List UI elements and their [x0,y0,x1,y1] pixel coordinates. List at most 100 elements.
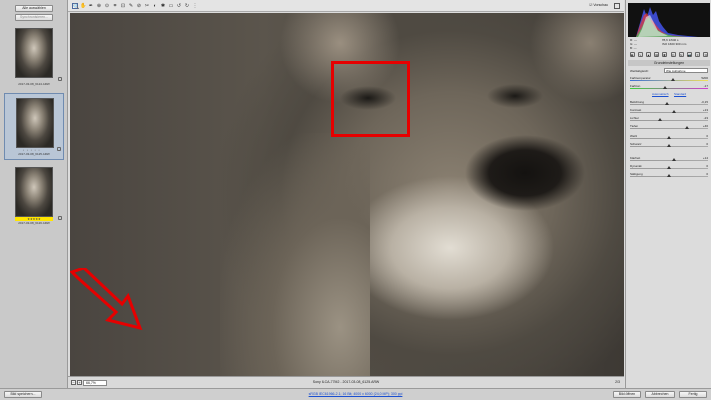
adjusted-icon [57,147,61,151]
toggle-markers-icon[interactable]: ⋮ [192,3,198,9]
focus-highlight-box [331,61,410,137]
slider-knob[interactable] [672,158,677,161]
adjustments-panel: R: --- G: --- B: --- f/5,6 1/640 s ISO 1… [625,0,711,388]
slider-row: Lichter -23 [630,116,708,122]
slider-knob[interactable] [667,174,671,177]
white-balance-tool-icon[interactable]: ✒ [88,3,94,9]
thumbnail-caption: 2017-03-08_6125.ARW [18,152,50,156]
hsl-tab-icon[interactable]: ▤ [654,52,660,57]
slider-knob[interactable] [667,136,671,139]
targeted-adjustment-tool-icon[interactable]: ⊙ [104,3,110,9]
camera-info: f/5,6 1/640 s ISO 1600 300 mm [662,38,686,46]
white-balance-label: Weißabgleich: [630,69,649,73]
filmstrip-thumbnail-1[interactable]: 2017-03-08_6124.ARW [4,24,64,91]
detail-tab-icon[interactable]: ▲ [645,52,651,57]
zoom-tool-icon[interactable]: 🔍 [72,3,79,10]
straighten-tool-icon[interactable]: ⊡ [120,3,126,9]
current-file-label: Sony ILCA-77M2 - 2017-03-08_6125.ARW [312,380,380,384]
white-balance-row: Weißabgleich: Wie Aufnahme [630,68,708,75]
slider-knob[interactable] [663,86,668,89]
done-button[interactable]: Fertig [679,391,707,398]
thumbnail-image [15,28,53,78]
open-image-button[interactable]: Bild öffnen [613,391,641,398]
lens-tab-icon[interactable]: ◎ [670,52,676,57]
slider-row: Tiefen +46 [630,124,708,130]
slider-track[interactable] [630,128,708,129]
slider-row: Kontrast +13 [630,108,708,114]
zoom-bar: − + 66,7% Sony ILCA-77M2 - 2017-03-08_61… [68,376,624,388]
slider-row: Farbtemperatur 5200 [630,76,708,82]
red-eye-tool-icon[interactable]: ✂ [144,3,150,9]
slider-knob[interactable] [657,118,662,121]
slider-knob[interactable] [684,126,689,129]
slider-knob[interactable] [667,144,671,147]
slider-track[interactable] [630,88,708,89]
histogram [628,3,710,37]
snapshots-tab-icon[interactable]: ⧉ [703,52,709,57]
synchronize-button[interactable]: Synchronisieren... [15,14,53,21]
slider-knob[interactable] [670,78,675,81]
footer-bar: Bild speichern... sRGB IEC61966-2.1; 16 … [0,388,711,400]
radial-filter-icon[interactable]: ▭ [168,3,174,9]
rotate-right-icon[interactable]: ↻ [184,3,190,9]
crop-tool-icon[interactable]: ⌗ [112,3,118,9]
camera-calibration-tab-icon[interactable]: 📷 [686,52,692,57]
filmstrip-thumbnail-2[interactable]: • • • • • 2017-03-08_6125.ARW [4,93,64,160]
slider-knob[interactable] [667,166,671,169]
preview-checkbox[interactable]: ☑ Vorschau [589,3,608,7]
color-sampler-tool-icon[interactable]: ⊕ [96,3,102,9]
slider-row: Sättigung 0 [630,172,708,178]
slider-track[interactable] [630,120,708,121]
image-preview[interactable] [70,13,624,376]
camera-raw-window: Alle auswählen Synchronisieren... 2017-0… [0,0,711,400]
white-balance-select[interactable]: Wie Aufnahme [664,68,708,73]
red-arrow-annotation [70,268,143,331]
tone-curve-tab-icon[interactable]: ∿ [637,52,643,57]
blue-value: B: --- [630,46,637,50]
slider-row: Klarheit +14 [630,156,708,162]
slider-row: Dynamik 0 [630,164,708,170]
adjusted-icon [58,77,62,81]
slider-row: Schwarz 0 [630,142,708,148]
rgb-readout: R: --- G: --- B: --- [630,38,637,50]
workflow-options-link[interactable]: sRGB IEC61966-2.1; 16 Bit; 4000 x 6000 (… [0,392,711,396]
slider-knob[interactable] [665,102,670,105]
slider-track[interactable] [630,112,708,113]
hand-tool-icon[interactable]: ✋ [80,3,86,9]
basic-tab-icon[interactable]: ◉ [629,52,635,57]
filmstrip-panel: Alle auswählen Synchronisieren... 2017-0… [0,0,68,388]
preview-label: Vorschau [593,3,608,7]
slider-knob[interactable] [671,110,676,113]
iso-focal: ISO 1600 300 mm [662,42,687,46]
presets-tab-icon[interactable]: ≡ [695,52,701,57]
panel-tabs: ◉ ∿ ▲ ▤ ◧ ◎ fx 📷 ≡ ⧉ [628,52,710,58]
auto-link[interactable]: Automatisch [652,92,669,96]
transform-tool-icon[interactable]: ✎ [128,3,134,9]
thumbnail-caption: 2017-03-08_6126.ARW [18,221,50,225]
adjusted-icon [58,216,62,220]
rotate-left-icon[interactable]: ↺ [176,3,182,9]
adjustment-brush-icon[interactable]: ◐ [152,3,158,9]
slider-track[interactable] [630,80,708,81]
auto-default-links: Automatisch Standard [630,92,708,98]
wolf-fur-detail [220,133,370,376]
effects-tab-icon[interactable]: fx [678,52,684,57]
split-toning-tab-icon[interactable]: ◧ [662,52,668,57]
thumbnail-image [16,98,54,148]
cancel-button[interactable]: Abbrechen [645,391,675,398]
slider-row: Belichtung -0,15 [630,100,708,106]
section-title: Grundeinstellungen [628,60,710,66]
select-all-button[interactable]: Alle auswählen [15,5,53,12]
tool-bar: 🔍 ✋ ✒ ⊕ ⊙ ⌗ ⊡ ✎ ⊘ ✂ ◐ ✱ ▭ ↺ ↻ ⋮ ☑ Vorsch… [68,0,624,12]
slider-row: Weiß 0 [630,134,708,140]
fullscreen-icon[interactable] [614,3,620,9]
graduated-filter-icon[interactable]: ✱ [160,3,166,9]
image-counter: 2/3 [615,380,620,384]
filmstrip-thumbnail-3[interactable]: ★★★★★ 2017-03-08_6126.ARW [4,163,64,230]
spot-removal-tool-icon[interactable]: ⊘ [136,3,142,9]
default-link[interactable]: Standard [674,92,686,96]
slider-track[interactable] [630,160,708,161]
slider-row: Farbton -17 [630,84,708,90]
thumbnail-caption: 2017-03-08_6124.ARW [18,82,50,86]
thumbnail-image [15,167,53,217]
